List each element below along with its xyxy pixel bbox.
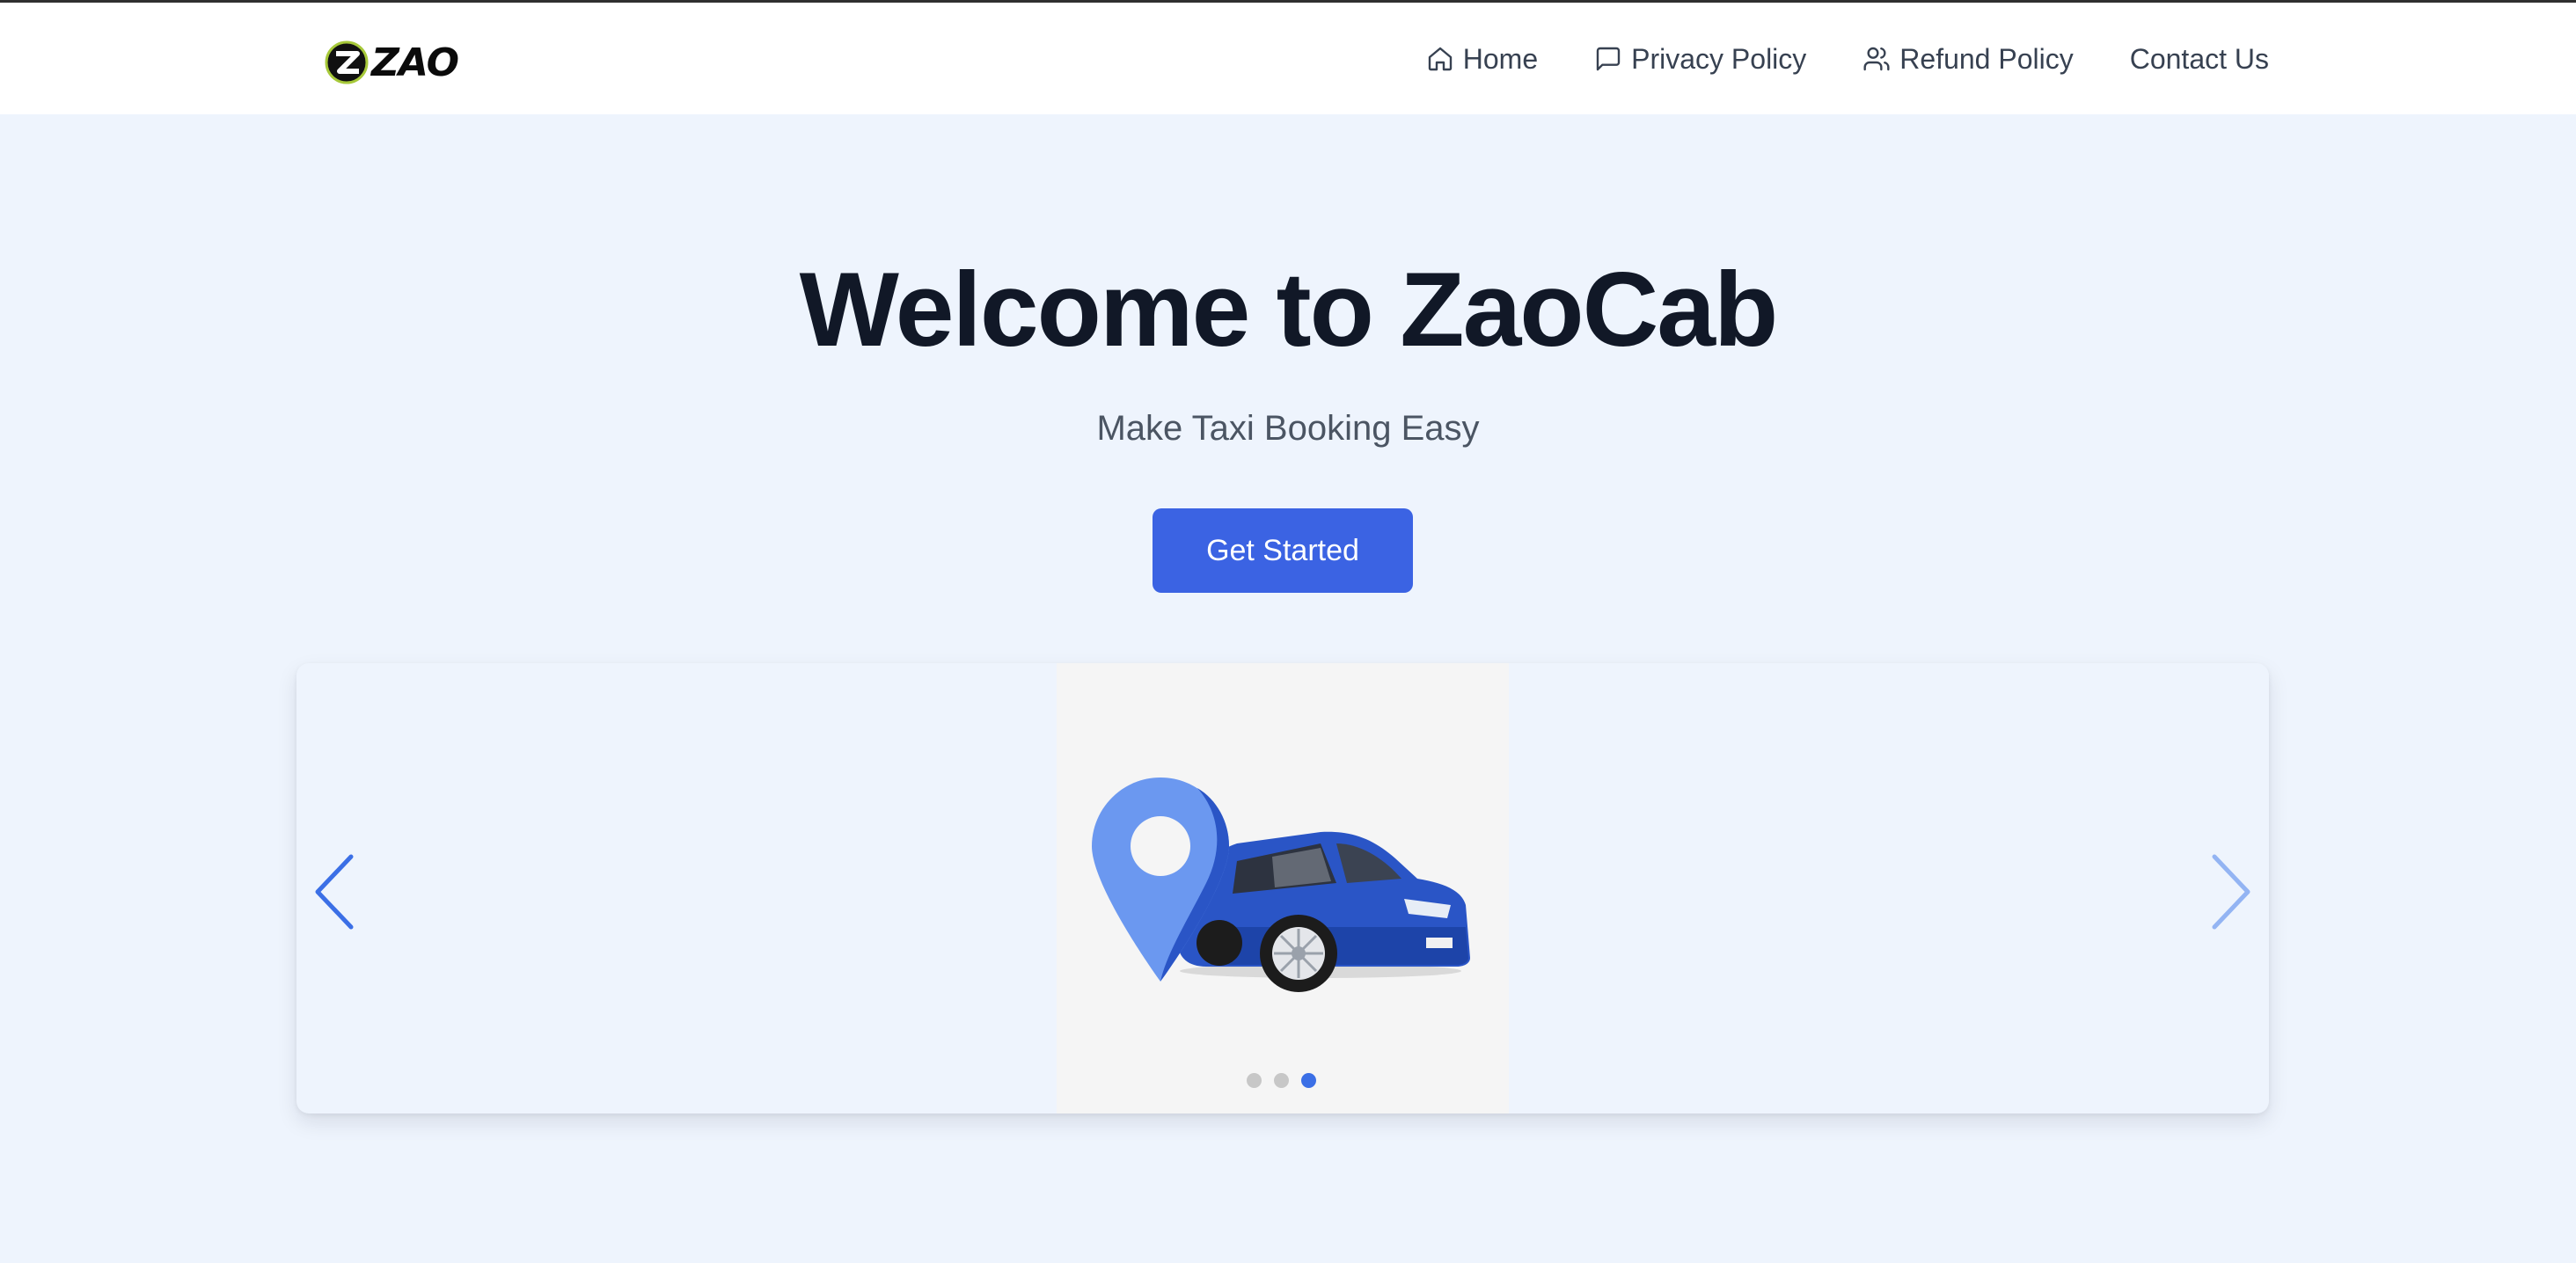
- carousel-dot[interactable]: [1274, 1073, 1289, 1088]
- main-nav: Home Privacy Policy Refund Policy Contac…: [1426, 34, 2269, 84]
- navbar: ZAO Home Privacy Policy Refund Policy Co…: [0, 3, 2576, 114]
- chevron-right-icon: [2212, 854, 2250, 930]
- nav-item-label: Refund Policy: [1899, 42, 2074, 75]
- chevron-left-icon: [315, 854, 354, 930]
- carousel-dot[interactable]: [1247, 1073, 1262, 1088]
- carousel-prev-button[interactable]: [307, 848, 369, 936]
- carousel-indicators: [1247, 1073, 1316, 1088]
- message-square-icon: [1596, 47, 1621, 71]
- location-pin-car-illustration: [1092, 778, 1470, 992]
- carousel-next-button[interactable]: [2197, 848, 2258, 936]
- hero-subtitle: Make Taxi Booking Easy: [1096, 409, 1480, 448]
- nav-item-contact-us[interactable]: Contact Us: [2130, 43, 2269, 76]
- nav-item-privacy-policy[interactable]: Privacy Policy: [1594, 43, 1806, 76]
- brand-logo[interactable]: ZAO: [324, 36, 459, 89]
- carousel-slide: [1057, 663, 1509, 1113]
- nav-item-label: Privacy Policy: [1631, 42, 1807, 75]
- get-started-button[interactable]: Get Started: [1153, 508, 1413, 593]
- nav-item-home[interactable]: Home: [1426, 43, 1538, 76]
- logo-text: ZAO: [371, 40, 459, 85]
- carousel-dot-active[interactable]: [1301, 1073, 1316, 1088]
- nav-item-label: Home: [1462, 42, 1539, 75]
- home-icon: [1428, 47, 1452, 71]
- nav-item-label: Contact Us: [2129, 42, 2269, 75]
- nav-item-refund-policy[interactable]: Refund Policy: [1862, 42, 2074, 76]
- hero-title: Welcome to ZaoCab: [799, 251, 1779, 369]
- image-carousel: [296, 663, 2269, 1113]
- users-icon: [1863, 47, 1890, 71]
- logo-mark-icon: [325, 40, 369, 84]
